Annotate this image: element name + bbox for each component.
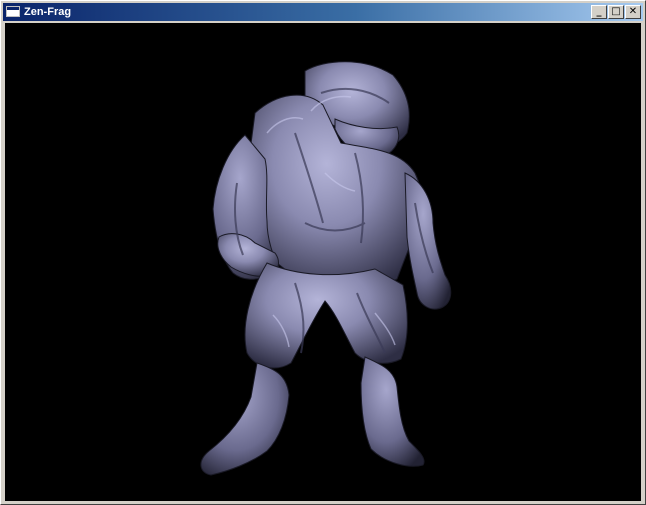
window-title: Zen-Frag <box>24 6 72 18</box>
app-window: Zen-Frag _ □ ✕ <box>0 0 646 505</box>
model-body <box>200 61 452 476</box>
close-button[interactable]: ✕ <box>625 5 641 19</box>
maximize-button[interactable]: □ <box>608 5 624 19</box>
title-bar[interactable]: Zen-Frag _ □ ✕ <box>3 3 643 21</box>
render-viewport[interactable] <box>5 23 641 501</box>
window-icon[interactable] <box>6 6 20 17</box>
minimize-button[interactable]: _ <box>591 5 607 19</box>
creature-model <box>200 61 452 476</box>
